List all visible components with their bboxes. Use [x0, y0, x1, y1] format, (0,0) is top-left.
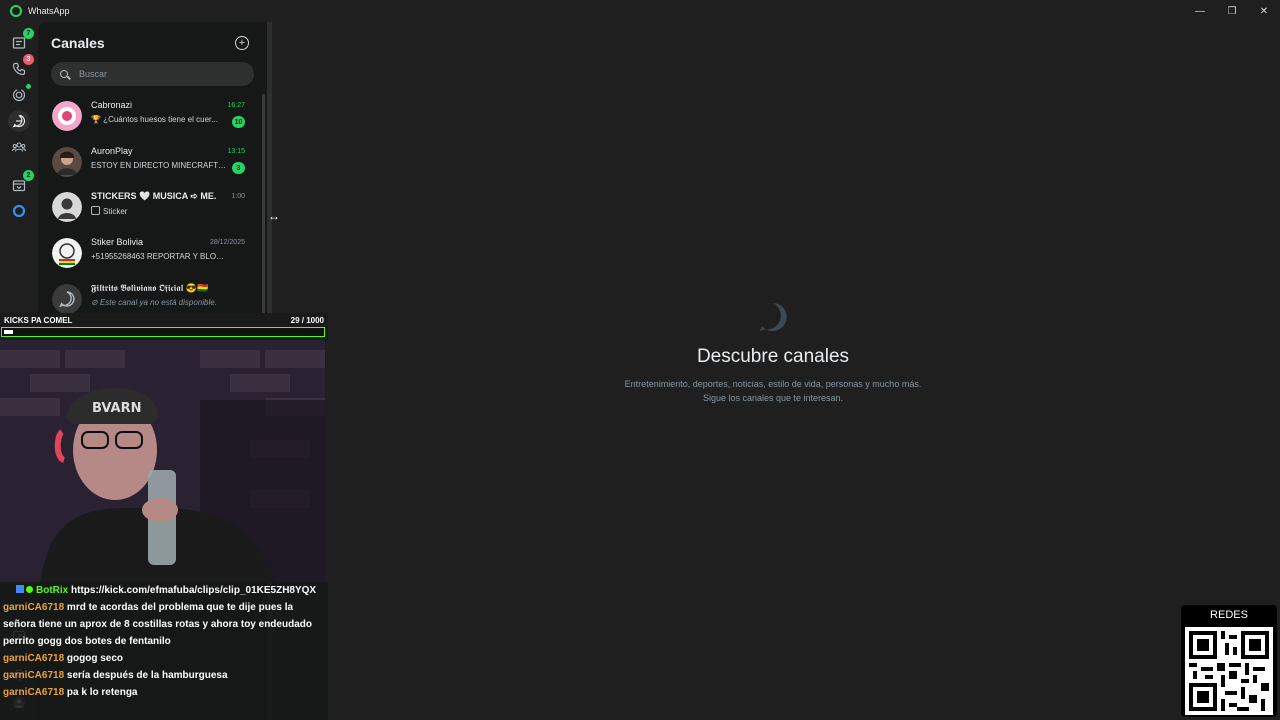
chat-text: https://kick.com/efmafuba/clips/clip_01K… [71, 585, 317, 596]
verified-icon [26, 586, 33, 593]
search-input[interactable] [77, 68, 241, 80]
minimize-button[interactable]: — [1184, 0, 1216, 22]
kicks-goal-progress-bar [1, 327, 325, 337]
channel-last-message: 🏆 ¿Cuántos huesos tiene el cuer... [91, 115, 218, 124]
close-button[interactable]: ✕ [1248, 0, 1280, 22]
channel-time: 1:00 [231, 193, 245, 200]
bot-badge-icon [16, 585, 24, 593]
discover-channels-empty-state: Descubre canales Entretenimiento, deport… [560, 300, 986, 405]
channel-avatar [52, 192, 82, 222]
channel-last-message-text: Sticker [103, 207, 128, 216]
channel-item[interactable]: AuronPlay 13:15 ESTOY EN DIRECTO MINECRA… [38, 140, 253, 185]
title-bar: WhatsApp — ❐ ✕ [0, 0, 1280, 22]
channel-name: STICKERS 🤍 MUSICA ➪ ME... [91, 191, 216, 201]
chat-username: garniCA6718 [3, 653, 65, 664]
channels-icon [12, 114, 26, 128]
search-box[interactable] [51, 62, 254, 86]
meta-ai-icon [12, 204, 26, 218]
plus-icon: + [238, 36, 246, 49]
sticker-icon [91, 206, 100, 215]
chat-message: BotRix https://kick.com/efmafuba/clips/c… [0, 582, 328, 599]
unread-badge: 3 [232, 162, 245, 174]
calls-badge: 3 [23, 54, 34, 65]
channel-last-message: ESTOY EN DIRECTO MINECRAFT H... [91, 161, 226, 170]
channel-avatar [52, 101, 82, 131]
maximize-button[interactable]: ❐ [1216, 0, 1248, 22]
webcam-image: BVARN [0, 340, 325, 582]
redes-qr-overlay: REDES [1181, 605, 1277, 717]
rail-channels[interactable] [8, 110, 30, 132]
channel-time: 28/12/2025 [209, 239, 245, 246]
channel-avatar [52, 238, 82, 268]
channel-name: AuronPlay [91, 146, 133, 156]
kicks-goal-label: KICKS PA COMEL [4, 316, 73, 325]
chat-username: garniCA6718 [3, 687, 65, 698]
rail-archived[interactable]: 2 [10, 170, 34, 194]
webcam-overlay: BVARN [0, 340, 325, 582]
channel-time: 16:27 [227, 102, 245, 109]
channel-item[interactable]: STICKERS 🤍 MUSICA ➪ ME... 1:00 Sticker [38, 185, 253, 230]
empty-state-subtitle-line1: Entretenimiento, deportes, noticias, est… [624, 379, 922, 389]
chats-icon [12, 37, 26, 49]
chat-message: garniCA6718 sería después de la hamburgu… [0, 667, 328, 684]
status-icon [12, 88, 26, 102]
rail-communities[interactable] [10, 138, 28, 156]
archive-icon [12, 180, 26, 192]
chat-text: pa k lo retenga [66, 687, 138, 698]
empty-state-subtitle: Entretenimiento, deportes, noticias, est… [560, 377, 986, 405]
chat-text: gogog seco [66, 653, 124, 664]
search-icon [60, 70, 68, 78]
chat-username: garniCA6718 [3, 670, 65, 681]
window-title: WhatsApp [28, 6, 70, 16]
rail-calls[interactable]: 3 [10, 54, 34, 78]
add-channel-button[interactable]: + [235, 36, 249, 50]
channel-avatar [52, 284, 82, 314]
window-controls: — ❐ ✕ [1184, 0, 1280, 22]
empty-state-title: Descubre canales [696, 346, 850, 367]
channels-icon [756, 300, 790, 334]
qr-code [1185, 627, 1273, 715]
stream-chat-overlay: BotRix https://kick.com/efmafuba/clips/c… [0, 582, 328, 720]
redes-label: REDES [1210, 609, 1248, 621]
channel-last-message: Sticker [91, 206, 226, 216]
panel-scrollbar[interactable] [262, 94, 265, 334]
chats-badge: 7 [23, 28, 34, 39]
kicks-goal-count: 29 / 1000 [290, 316, 324, 325]
kicks-goal-progress-fill [4, 330, 13, 334]
chat-username: garniCA6718 [3, 602, 65, 613]
empty-state-subtitle-line2: Sigue los canales que te interesan. [702, 393, 844, 403]
chat-message: garniCA6718 gogog seco [0, 650, 328, 667]
status-dot [26, 84, 31, 89]
channel-avatar [52, 147, 82, 177]
chat-username: BotRix [36, 585, 69, 596]
panel-title: Canales [51, 35, 105, 51]
svg-text:BVARN: BVARN [92, 401, 142, 416]
resize-cursor-icon: ↔ [268, 209, 280, 223]
rail-meta-ai[interactable] [10, 202, 28, 220]
archived-badge: 2 [23, 170, 34, 181]
phone-icon [12, 62, 26, 76]
rail-chats[interactable]: 7 [10, 28, 34, 52]
chat-message: garniCA6718 pa k lo retenga [0, 684, 328, 701]
channel-time: 13:15 [227, 148, 245, 155]
channel-item[interactable]: Cabronazi 16:27 🏆 ¿Cuántos huesos tiene … [38, 94, 253, 139]
chat-message: garniCA6718 mrd te acordas del problema … [0, 599, 326, 650]
unread-badge: 10 [232, 116, 245, 128]
chat-text: sería después de la hamburguesa [66, 670, 228, 681]
qr-code-image [1185, 627, 1273, 715]
communities-icon [12, 142, 26, 152]
kicks-goal-overlay: KICKS PA COMEL 29 / 1000 [0, 313, 328, 340]
channel-last-message: ⊘ Este canal ya no está disponible. [91, 298, 217, 307]
channel-item[interactable]: Stiker Bolivia 28/12/2025 +51955268463 R… [38, 231, 253, 276]
channel-name: 𝕱𝖎𝖑𝖙𝖗𝖎𝖙𝖔 𝕭𝖔𝖑𝖎𝖛𝖎𝖆𝖓𝖔 𝕺𝖋𝖎𝖈𝖎𝖆𝖑 😎🇧🇴 [91, 283, 209, 293]
rail-status[interactable] [10, 84, 31, 104]
channel-last-message: +51955268463 REPORTAR Y BLOQUE... [91, 252, 226, 261]
whatsapp-logo-icon [10, 5, 22, 17]
channel-name: Stiker Bolivia [91, 237, 144, 247]
channel-name: Cabronazi [91, 100, 133, 110]
